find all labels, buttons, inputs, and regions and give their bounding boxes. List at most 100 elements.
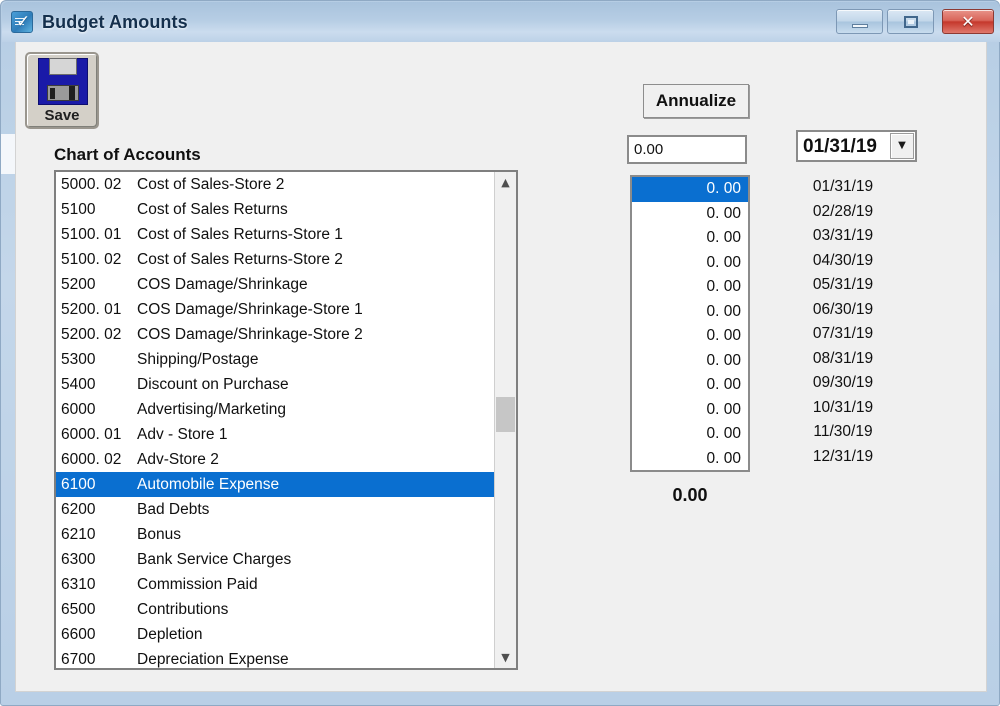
account-code: 6200: [61, 501, 96, 518]
close-button[interactable]: ✕: [942, 9, 994, 34]
title-bar: ✓ Budget Amounts ✕: [2, 2, 1000, 42]
account-description: Cost of Sales-Store 2: [137, 176, 285, 193]
budget-total: 0.00: [672, 485, 708, 505]
period-select-value: 01/31/19: [803, 136, 877, 157]
account-description: COS Damage/Shrinkage-Store 1: [137, 301, 363, 318]
account-description: Cost of Sales Returns-Store 2: [137, 251, 343, 268]
period-date-label: 08/31/19: [812, 349, 874, 367]
account-description: Bonus: [137, 526, 181, 543]
period-date-label: 06/30/19: [812, 300, 874, 318]
period-amount-row[interactable]: 0. 00: [632, 447, 748, 471]
period-dates-list: 01/31/19 02/28/19 03/31/19 04/30/19 05/31/19…: [778, 175, 908, 469]
period-amount-row[interactable]: 0. 00: [632, 177, 748, 202]
account-code: 5200. 02: [61, 326, 122, 343]
chart-of-accounts-scrollbar[interactable]: ▲ ▼: [494, 172, 516, 668]
account-description: COS Damage/Shrinkage: [137, 276, 308, 293]
period-date-label: 12/31/19: [812, 447, 874, 465]
minimize-button[interactable]: [836, 9, 883, 34]
account-code: 5100. 02: [61, 251, 122, 268]
account-code: 5300: [61, 351, 96, 368]
account-row[interactable]: 6310 Commission Paid: [56, 572, 498, 597]
budget-document-icon: ✓: [11, 11, 33, 33]
account-description: Automobile Expense: [137, 476, 280, 493]
save-button[interactable]: Save: [25, 52, 99, 129]
account-row[interactable]: 5200 COS Damage/Shrinkage: [56, 272, 498, 297]
account-description: Depletion: [137, 626, 203, 643]
chevron-down-icon[interactable]: ▼: [890, 133, 914, 159]
period-amount-row[interactable]: 0. 00: [632, 275, 748, 300]
floppy-disk-icon: [38, 58, 88, 105]
account-description: Cost of Sales Returns-Store 1: [137, 226, 343, 243]
period-date-label: 09/30/19: [812, 374, 874, 391]
account-row[interactable]: 5200. 01 COS Damage/Shrinkage-Store 1: [56, 297, 498, 322]
account-description: Commission Paid: [137, 576, 258, 593]
account-code: 6600: [61, 626, 96, 643]
amount-input[interactable]: 0.00: [627, 135, 747, 164]
period-date-label: 07/31/19: [812, 325, 874, 342]
account-code: 6100: [61, 476, 96, 493]
period-amount-row[interactable]: 0. 00: [632, 300, 748, 325]
account-code: 5200. 01: [61, 301, 122, 318]
period-amount-row[interactable]: 0. 00: [632, 226, 748, 251]
account-code: 6500: [61, 601, 96, 618]
account-description: Shipping/Postage: [137, 351, 259, 368]
account-row[interactable]: 5100 Cost of Sales Returns: [56, 197, 498, 222]
account-code: 5100. 01: [61, 226, 122, 243]
account-row[interactable]: 6100 Automobile Expense: [56, 472, 498, 497]
account-description: Cost of Sales Returns: [137, 201, 288, 218]
account-rows-container: 5000. 02 Cost of Sales-Store 2 5100 Cost of…: [56, 172, 498, 668]
scrollbar-thumb[interactable]: [496, 397, 515, 432]
period-amounts-list[interactable]: 0. 00 0. 00 0. 00 0. 00 0. 00 0. 00 0. 00 0. 00…: [630, 175, 750, 472]
account-row[interactable]: 6000. 01 Adv - Store 1: [56, 422, 498, 447]
account-description: Adv - Store 1: [137, 426, 228, 443]
account-row[interactable]: 5300 Shipping/Postage: [56, 347, 498, 372]
account-row[interactable]: 6000. 02 Adv-Store 2: [56, 447, 498, 472]
period-date-label: 02/28/19: [812, 202, 874, 220]
account-description: Contributions: [137, 601, 229, 618]
period-date-label: 03/31/19: [812, 227, 874, 244]
minimize-icon: [852, 24, 868, 28]
period-amount-row[interactable]: 0. 00: [632, 373, 748, 398]
application-window: ✓ Budget Amounts ✕ Save Chart of Account…: [0, 0, 1000, 706]
account-row[interactable]: 6700 Depreciation Expense: [56, 647, 498, 668]
account-row[interactable]: 6300 Bank Service Charges: [56, 547, 498, 572]
account-code: 5200: [61, 276, 96, 293]
account-row[interactable]: 6000 Advertising/Marketing: [56, 397, 498, 422]
account-description: Bank Service Charges: [137, 551, 292, 568]
chevron-down-icon[interactable]: ▼: [495, 647, 516, 668]
account-code: 6300: [61, 551, 96, 568]
close-icon: ✕: [961, 12, 975, 31]
chart-of-accounts-list[interactable]: 5000. 02 Cost of Sales-Store 2 5100 Cost of…: [54, 170, 518, 670]
account-row[interactable]: 5200. 02 COS Damage/Shrinkage-Store 2: [56, 322, 498, 347]
annualize-button[interactable]: Annualize: [643, 84, 749, 118]
account-code: 6000: [61, 401, 96, 418]
account-row[interactable]: 6210 Bonus: [56, 522, 498, 547]
account-description: COS Damage/Shrinkage-Store 2: [137, 326, 363, 343]
period-select[interactable]: 01/31/19 ▼: [796, 130, 917, 162]
account-code: 5400: [61, 376, 96, 393]
period-amount-row[interactable]: 0. 00: [632, 251, 748, 276]
account-code: 6310: [61, 576, 96, 593]
account-code: 6000. 02: [61, 451, 122, 468]
period-date-label: 11/30/19: [813, 423, 873, 440]
account-description: Adv-Store 2: [137, 451, 219, 468]
account-code: 6700: [61, 651, 96, 668]
account-row[interactable]: 5400 Discount on Purchase: [56, 372, 498, 397]
period-amount-row[interactable]: 0. 00: [632, 202, 748, 227]
chevron-up-icon[interactable]: ▲: [495, 172, 516, 193]
account-description: Depreciation Expense: [137, 651, 289, 668]
account-row[interactable]: 5100. 01 Cost of Sales Returns-Store 1: [56, 222, 498, 247]
period-date-label: 05/31/19: [812, 276, 874, 293]
account-row[interactable]: 5100. 02 Cost of Sales Returns-Store 2: [56, 247, 498, 272]
account-row[interactable]: 6200 Bad Debts: [56, 497, 498, 522]
period-amount-row[interactable]: 0. 00: [632, 349, 748, 374]
period-amount-row[interactable]: 0. 00: [632, 324, 748, 349]
account-row[interactable]: 6600 Depletion: [56, 622, 498, 647]
period-amount-row[interactable]: 0. 00: [632, 422, 748, 447]
maximize-button[interactable]: [887, 9, 934, 34]
account-row[interactable]: 6500 Contributions: [56, 597, 498, 622]
period-amount-row[interactable]: 0. 00: [632, 398, 748, 423]
account-description: Advertising/Marketing: [137, 401, 287, 418]
account-code: 6000. 01: [61, 426, 122, 443]
account-row[interactable]: 5000. 02 Cost of Sales-Store 2: [56, 172, 498, 197]
